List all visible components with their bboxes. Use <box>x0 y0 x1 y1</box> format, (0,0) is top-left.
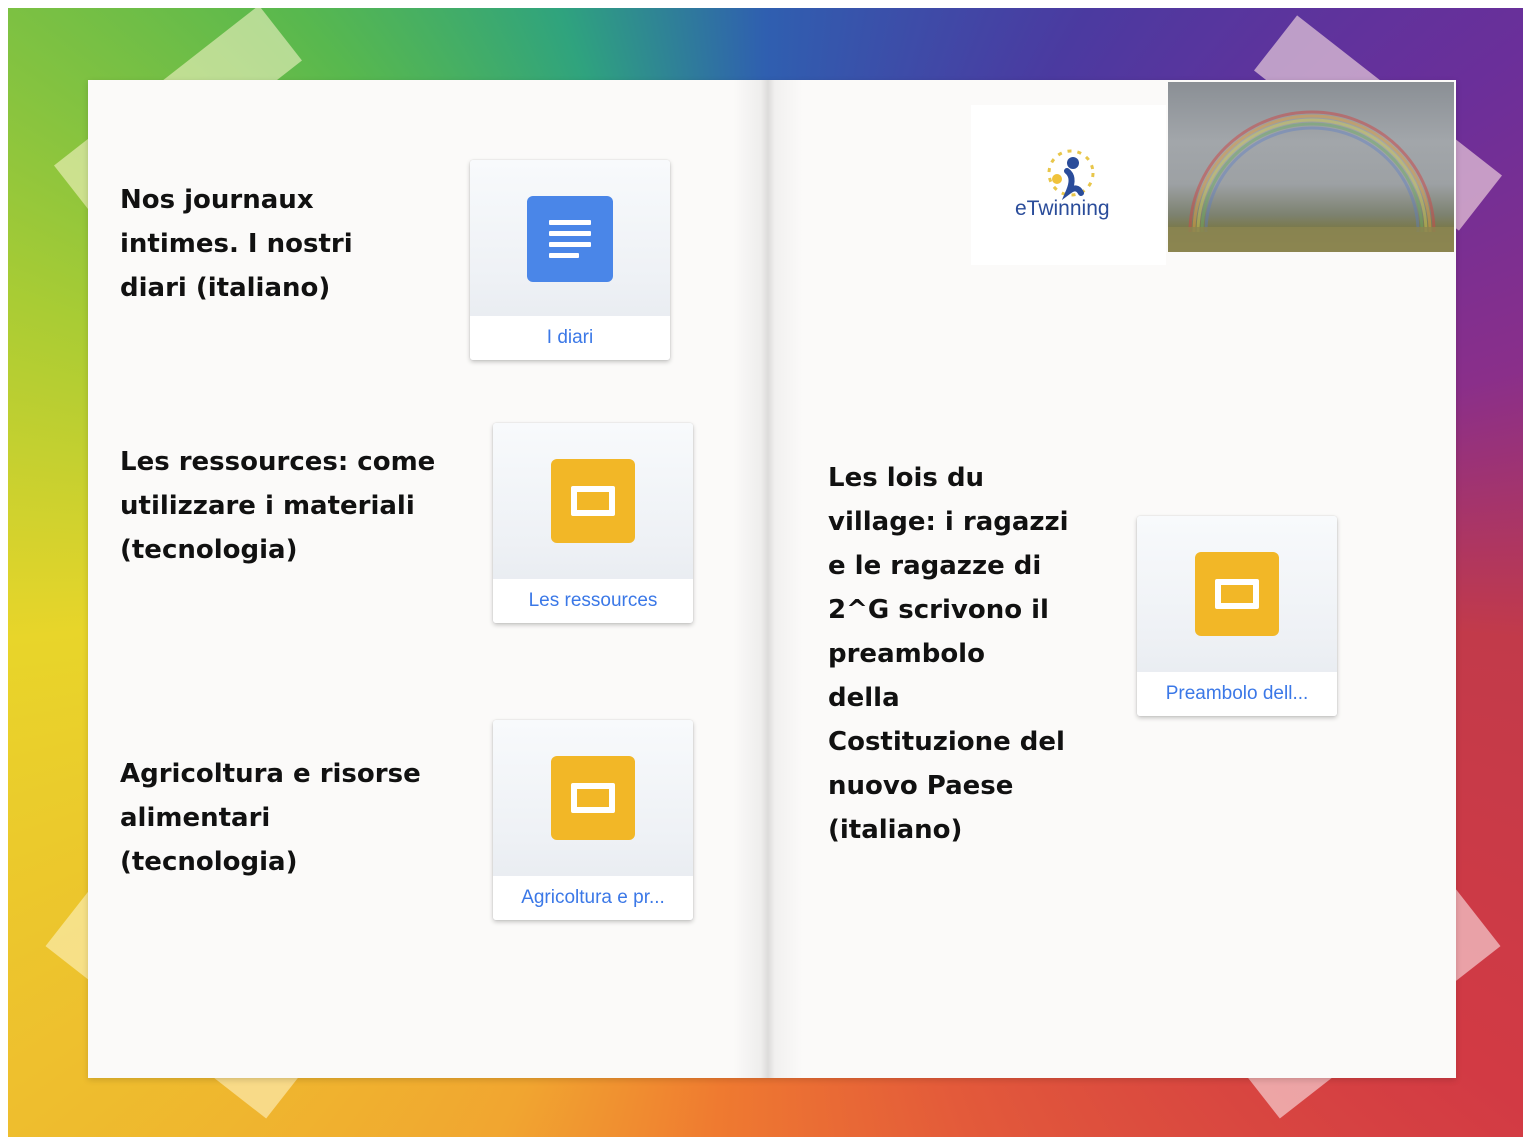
google-slides-icon <box>551 459 635 543</box>
google-slides-icon <box>551 756 635 840</box>
file-link-label[interactable]: Agricoltura e pr... <box>493 876 693 920</box>
etwinning-emblem-icon <box>1047 149 1095 201</box>
etwinning-logo: eTwinning <box>971 105 1166 265</box>
open-book: Nos journaux intimes. I nostri diari (it… <box>88 80 1456 1078</box>
rainbow-photo <box>1168 82 1454 252</box>
etwinning-logo-text: eTwinning <box>1015 197 1110 220</box>
rainbow-background: Nos journaux intimes. I nostri diari (it… <box>8 8 1523 1137</box>
file-link-label[interactable]: Les ressources <box>493 579 693 623</box>
section-text-ressources: Les ressources: come utilizzare i materi… <box>120 447 436 565</box>
section-text-agricoltura: Agricoltura e risorse alimentari (tecnol… <box>120 759 421 877</box>
file-link-label[interactable]: I diari <box>470 316 670 360</box>
drive-file-card-ressources[interactable]: Les ressources <box>493 423 693 623</box>
drive-file-card-preambolo[interactable]: Preambolo dell... <box>1137 516 1337 716</box>
google-docs-icon <box>527 196 613 282</box>
drive-file-card-agricoltura[interactable]: Agricoltura e pr... <box>493 720 693 920</box>
section-text-diari: Nos journaux intimes. I nostri diari (it… <box>120 185 353 303</box>
section-text-preambolo: Les lois du village: i ragazzi e le raga… <box>828 463 1069 845</box>
book-spine <box>733 80 803 1078</box>
google-slides-icon <box>1195 552 1279 636</box>
file-link-label[interactable]: Preambolo dell... <box>1137 672 1337 716</box>
drive-file-card-diari[interactable]: I diari <box>470 160 670 360</box>
